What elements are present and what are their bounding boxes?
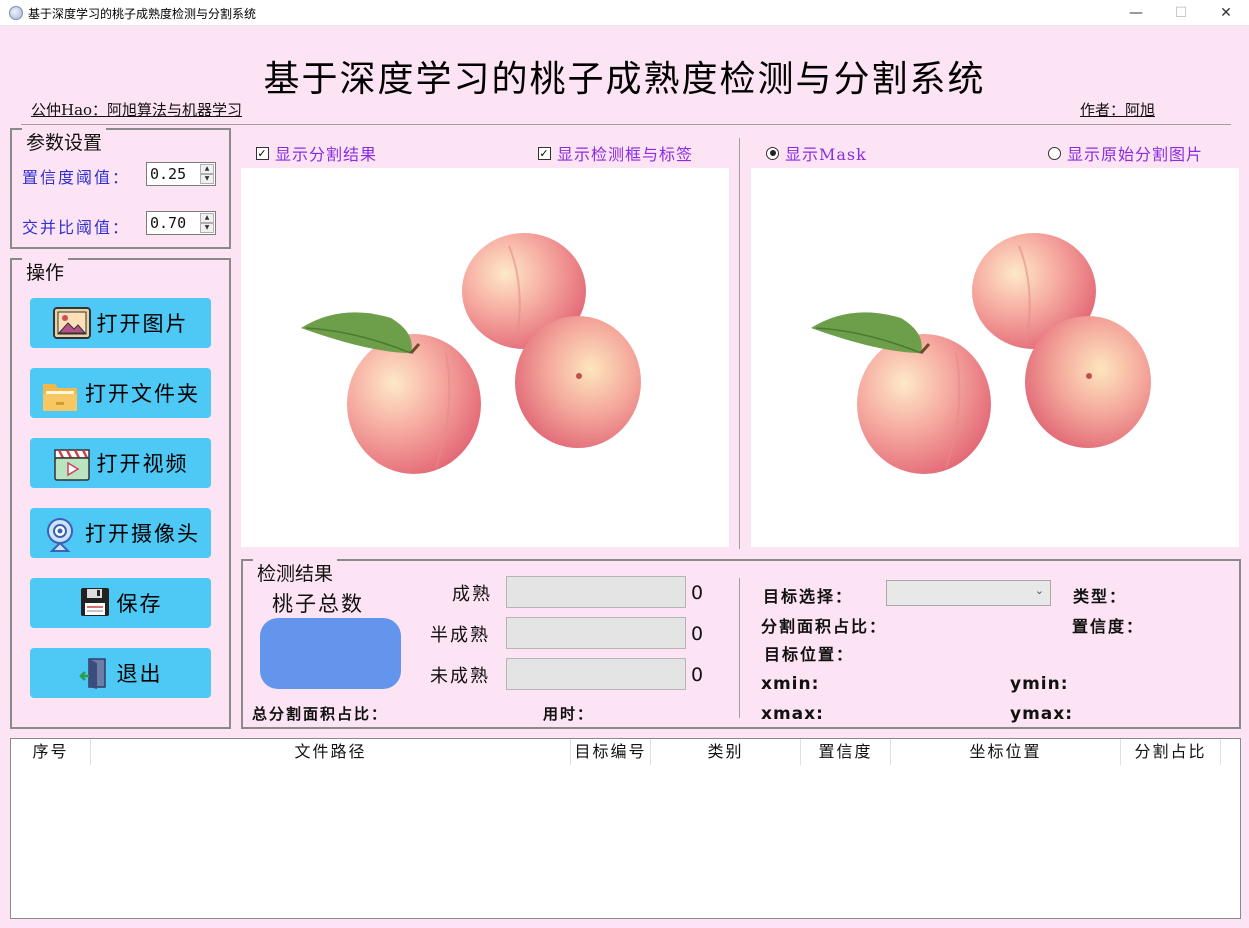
window-titlebar: 基于深度学习的桃子成熟度检测与分割系统 — ☐ ✕	[0, 0, 1249, 26]
spin-up-icon[interactable]: ▲	[200, 164, 214, 174]
show-original-seg-radio[interactable]: 显示原始分割图片	[1048, 141, 1203, 165]
params-group-title: 参数设置	[22, 128, 107, 155]
iou-threshold-spinbox[interactable]: 0.70 ▲ ▼	[146, 211, 216, 235]
ripe-bar	[506, 576, 686, 608]
show-original-seg-label: 显示原始分割图片	[1067, 145, 1204, 164]
half-ripe-label: 半成熟	[430, 625, 490, 646]
results-divider	[739, 578, 740, 718]
exit-button[interactable]: 退出	[30, 648, 211, 698]
exit-label: 退出	[116, 662, 163, 686]
show-seg-checkbox[interactable]: ✓ 显示分割结果	[256, 141, 377, 165]
target-select-label: 目标选择：	[763, 587, 854, 606]
ymin-label: ymin:	[1010, 674, 1069, 694]
unripe-bar	[506, 658, 686, 690]
unripe-label: 未成熟	[430, 666, 490, 687]
peach-total-badge	[260, 618, 401, 689]
app-icon	[9, 6, 23, 20]
target-position-label: 目标位置：	[764, 645, 855, 664]
ripe-label: 成熟	[452, 584, 492, 605]
open-folder-label: 打开文件夹	[85, 382, 200, 406]
seg-area-label: 分割面积占比：	[761, 617, 888, 636]
page-title: 基于深度学习的桃子成熟度检测与分割系统	[263, 59, 986, 100]
open-folder-button[interactable]: 打开文件夹	[30, 368, 211, 418]
col-seg-ratio[interactable]: 分割占比	[1121, 739, 1221, 765]
exit-door-icon	[78, 656, 111, 690]
folder-icon	[41, 376, 79, 411]
checkbox-checked-icon[interactable]: ✓	[538, 146, 551, 160]
iou-threshold-label: 交并比阈值：	[22, 218, 131, 237]
spin-up-icon[interactable]: ▲	[200, 213, 214, 223]
col-target-id[interactable]: 目标编号	[571, 739, 651, 765]
iou-threshold-value: 0.70	[150, 214, 187, 232]
save-label: 保存	[116, 592, 163, 616]
original-image-panel	[241, 168, 729, 547]
minimize-button[interactable]: —	[1113, 0, 1159, 26]
spin-down-icon[interactable]: ▼	[200, 174, 214, 184]
radio-unselected-icon[interactable]	[1048, 146, 1061, 160]
open-image-label: 打开图片	[96, 312, 189, 336]
peach-mask-image	[811, 233, 1151, 474]
ymax-label: ymax:	[1010, 704, 1074, 724]
xmin-label: xmin:	[761, 674, 820, 694]
conf-threshold-value: 0.25	[150, 165, 187, 183]
unripe-count: 0	[691, 664, 704, 686]
wechat-note: 公仲Hao：阿旭算法与机器学习	[31, 101, 243, 119]
operations-group-title: 操作	[22, 258, 69, 285]
chevron-down-icon[interactable]: ⌄	[1035, 584, 1044, 597]
ripe-count: 0	[691, 582, 704, 604]
author-label: 作者：阿旭	[1080, 101, 1156, 119]
peach-image	[301, 233, 641, 474]
col-class[interactable]: 类别	[651, 739, 801, 765]
conf-threshold-label: 置信度阈值：	[22, 168, 131, 187]
show-seg-label: 显示分割结果	[275, 145, 378, 164]
peach-total-label: 桃子总数	[272, 592, 364, 616]
time-label: 用时：	[543, 705, 595, 723]
panel-divider	[739, 138, 740, 549]
show-mask-label: 显示Mask	[785, 145, 867, 164]
open-video-label: 打开视频	[96, 452, 189, 476]
half-ripe-count: 0	[691, 623, 704, 645]
total-area-label: 总分割面积占比：	[252, 705, 389, 723]
checkbox-checked-icon[interactable]: ✓	[256, 146, 269, 160]
results-group-title: 检测结果	[253, 559, 338, 586]
maximize-button[interactable]: ☐	[1158, 0, 1204, 26]
close-button[interactable]: ✕	[1203, 0, 1249, 26]
spin-down-icon[interactable]: ▼	[200, 223, 214, 233]
show-box-checkbox[interactable]: ✓ 显示检测框与标签	[538, 141, 693, 165]
half-ripe-bar	[506, 617, 686, 649]
show-box-label: 显示检测框与标签	[557, 145, 694, 164]
save-button[interactable]: 保存	[30, 578, 211, 628]
video-icon	[53, 446, 91, 481]
conf-threshold-spinbox[interactable]: 0.25 ▲ ▼	[146, 162, 216, 186]
image-icon	[52, 306, 91, 340]
type-label: 类型：	[1073, 587, 1128, 606]
window-title: 基于深度学习的桃子成熟度检测与分割系统	[28, 7, 257, 21]
floppy-save-icon	[79, 586, 111, 620]
col-confidence[interactable]: 置信度	[801, 739, 891, 765]
results-table[interactable]: 序号 文件路径 目标编号 类别 置信度 坐标位置 分割占比	[10, 738, 1241, 919]
open-image-button[interactable]: 打开图片	[30, 298, 211, 348]
confidence-label: 置信度：	[1072, 617, 1145, 636]
header-divider	[21, 124, 1231, 125]
xmax-label: xmax:	[761, 704, 824, 724]
open-video-button[interactable]: 打开视频	[30, 438, 211, 488]
webcam-icon	[41, 516, 79, 552]
mask-image-panel	[751, 168, 1239, 547]
target-select-combobox[interactable]: ⌄	[886, 580, 1051, 606]
col-index[interactable]: 序号	[11, 739, 91, 765]
show-mask-radio[interactable]: 显示Mask	[766, 141, 867, 165]
open-webcam-button[interactable]: 打开摄像头	[30, 508, 211, 558]
col-file-path[interactable]: 文件路径	[91, 739, 571, 765]
radio-selected-icon[interactable]	[766, 146, 779, 160]
table-header: 序号 文件路径 目标编号 类别 置信度 坐标位置 分割占比	[11, 739, 1240, 765]
col-position[interactable]: 坐标位置	[891, 739, 1121, 765]
params-group: 参数设置 置信度阈值： 0.25 ▲ ▼ 交并比阈值： 0.70 ▲ ▼	[10, 128, 231, 249]
open-webcam-label: 打开摄像头	[85, 522, 200, 546]
